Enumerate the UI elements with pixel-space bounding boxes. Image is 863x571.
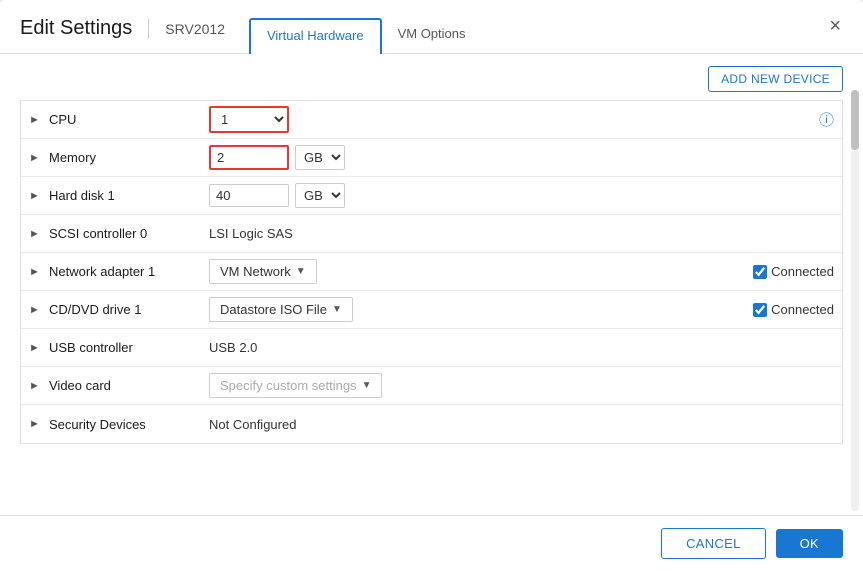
tab-vm-options[interactable]: VM Options [382,18,482,53]
scrollbar-thumb[interactable] [851,90,859,150]
network-value: VM Network ▼ [209,259,753,284]
tab-virtual-hardware[interactable]: Virtual Hardware [249,18,382,54]
memory-expand-icon[interactable]: ► [29,152,43,164]
tab-bar: Virtual Hardware VM Options [249,18,482,53]
security-value: Not Configured [209,417,834,432]
hard-disk-input[interactable] [209,184,289,207]
usb-value: USB 2.0 [209,340,834,355]
memory-input[interactable] [209,145,289,170]
hard-disk-label: Hard disk 1 [49,188,209,203]
cpu-info-icon[interactable]: ⓘ [819,109,834,130]
dialog-header: Edit Settings SRV2012 Virtual Hardware V… [0,0,863,54]
network-label: Network adapter 1 [49,264,209,279]
network-chevron-icon: ▼ [296,266,306,277]
dialog-title: Edit Settings [20,17,132,52]
network-connected-checkbox[interactable] [753,265,767,279]
video-specify-dropdown[interactable]: Specify custom settings ▼ [209,373,382,398]
dialog-footer: CANCEL OK [0,515,863,571]
scsi-expand-icon[interactable]: ► [29,228,43,240]
hard-disk-unit-select[interactable]: GB MB [295,183,345,208]
cpu-row: ► CPU 1 2 4 8 ⓘ [21,101,842,139]
dialog-body: ADD NEW DEVICE ► CPU 1 2 4 8 ⓘ [0,54,863,515]
cddvd-connected-label[interactable]: Connected [753,302,834,317]
usb-value-text: USB 2.0 [209,340,257,355]
cpu-select[interactable]: 1 2 4 8 [209,106,289,133]
cddvd-row: ► CD/DVD drive 1 Datastore ISO File ▼ Co… [21,291,842,329]
title-separator [148,19,149,39]
security-value-text: Not Configured [209,417,296,432]
cpu-row-right: ⓘ [819,109,834,130]
close-button[interactable]: × [823,14,847,38]
cpu-expand-icon[interactable]: ► [29,114,43,126]
cancel-button[interactable]: CANCEL [661,528,766,559]
scsi-label: SCSI controller 0 [49,226,209,241]
ok-button[interactable]: OK [776,529,843,558]
hard-disk-row: ► Hard disk 1 GB MB [21,177,842,215]
hard-disk-value: GB MB [209,183,834,208]
usb-label: USB controller [49,340,209,355]
scsi-value: LSI Logic SAS [209,226,834,241]
add-new-device-button[interactable]: ADD NEW DEVICE [708,66,843,92]
network-expand-icon[interactable]: ► [29,266,43,278]
scsi-value-text: LSI Logic SAS [209,226,293,241]
cddvd-dropdown[interactable]: Datastore ISO File ▼ [209,297,353,322]
toolbar: ADD NEW DEVICE [20,66,843,92]
usb-expand-icon[interactable]: ► [29,342,43,354]
network-connected-label[interactable]: Connected [753,264,834,279]
cddvd-chevron-icon: ▼ [332,304,342,315]
memory-unit-select[interactable]: GB MB [295,145,345,170]
video-label: Video card [49,378,209,393]
video-value: Specify custom settings ▼ [209,373,834,398]
video-expand-icon[interactable]: ► [29,380,43,392]
network-row-right: Connected [753,264,834,279]
dialog-subtitle: SRV2012 [165,21,225,49]
security-row: ► Security Devices Not Configured [21,405,842,443]
cddvd-row-right: Connected [753,302,834,317]
network-row: ► Network adapter 1 VM Network ▼ Connect… [21,253,842,291]
video-row: ► Video card Specify custom settings ▼ [21,367,842,405]
usb-row: ► USB controller USB 2.0 [21,329,842,367]
network-dropdown[interactable]: VM Network ▼ [209,259,317,284]
scsi-row: ► SCSI controller 0 LSI Logic SAS [21,215,842,253]
scrollbar-track [851,90,859,511]
memory-value: GB MB [209,145,834,170]
video-chevron-icon: ▼ [362,380,372,391]
cddvd-value: Datastore ISO File ▼ [209,297,753,322]
security-expand-icon[interactable]: ► [29,418,43,430]
cddvd-label: CD/DVD drive 1 [49,302,209,317]
cpu-label: CPU [49,112,209,127]
hardware-table: ► CPU 1 2 4 8 ⓘ ► Memory [20,100,843,444]
memory-row: ► Memory GB MB [21,139,842,177]
cddvd-connected-checkbox[interactable] [753,303,767,317]
security-label: Security Devices [49,417,209,432]
edit-settings-dialog: Edit Settings SRV2012 Virtual Hardware V… [0,0,863,571]
cddvd-expand-icon[interactable]: ► [29,304,43,316]
hard-disk-expand-icon[interactable]: ► [29,190,43,202]
cpu-value: 1 2 4 8 [209,106,819,133]
memory-label: Memory [49,150,209,165]
